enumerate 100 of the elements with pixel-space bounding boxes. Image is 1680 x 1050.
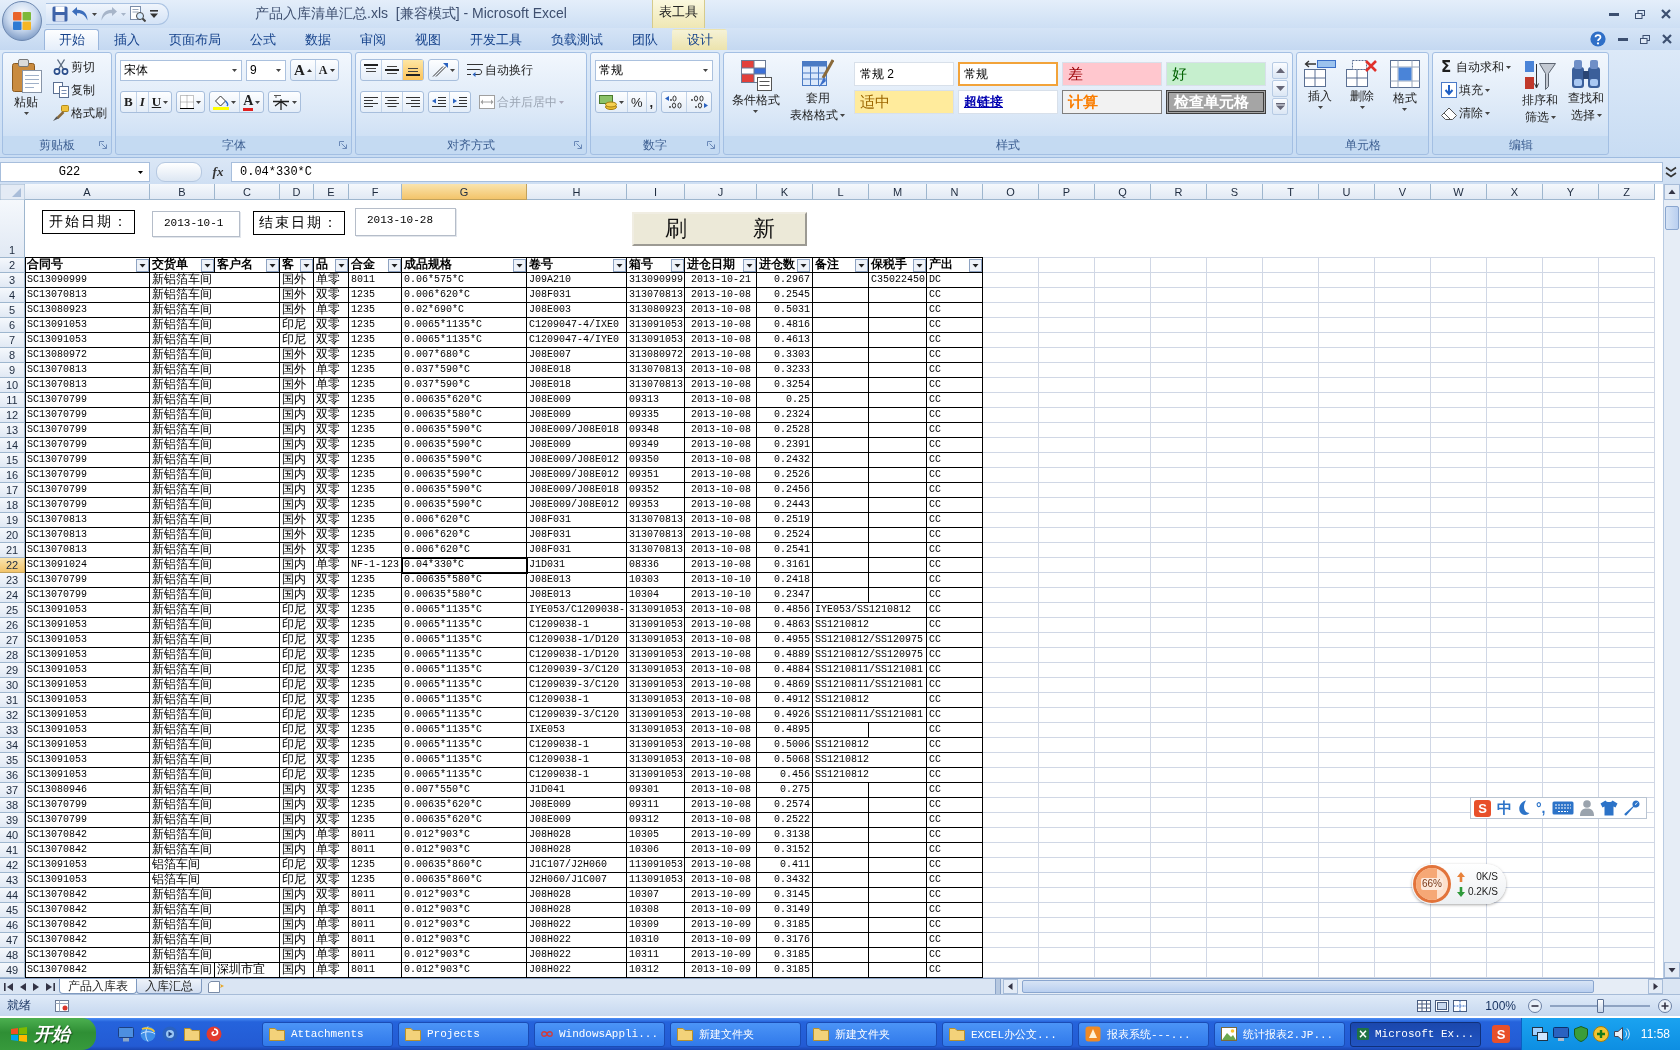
cell-style-option[interactable]: 常规 — [958, 62, 1058, 86]
column-header[interactable]: W — [1431, 184, 1487, 200]
row-header[interactable]: 49 — [0, 963, 25, 978]
refresh-button[interactable]: 刷 新 — [632, 212, 807, 246]
row-header[interactable]: 22 — [0, 558, 25, 573]
keyboard-icon[interactable] — [1551, 801, 1574, 815]
shrink-font-button[interactable]: A — [315, 60, 338, 80]
cut-button[interactable]: 剪切 — [49, 56, 111, 78]
gallery-more-button[interactable] — [1272, 98, 1288, 115]
scroll-thumb[interactable] — [1022, 980, 1594, 993]
row-header[interactable]: 47 — [0, 933, 25, 948]
row-header[interactable]: 15 — [0, 453, 25, 468]
grow-font-button[interactable]: A — [291, 60, 316, 80]
column-header[interactable]: E — [314, 184, 349, 200]
row-header[interactable]: 44 — [0, 888, 25, 903]
close-button[interactable] — [1662, 34, 1672, 44]
filter-dropdown-button[interactable] — [300, 259, 313, 272]
page-break-view-icon[interactable] — [1453, 999, 1468, 1012]
undo-icon[interactable] — [72, 7, 88, 21]
taskbar-button[interactable]: Projects — [398, 1021, 529, 1047]
delete-cells-button[interactable]: 删除 — [1343, 56, 1382, 136]
filter-dropdown-button[interactable] — [743, 259, 756, 272]
column-header[interactable]: B — [150, 184, 215, 200]
column-header[interactable]: U — [1319, 184, 1375, 200]
column-header[interactable]: V — [1375, 184, 1431, 200]
row-header[interactable]: 39 — [0, 813, 25, 828]
row-header[interactable]: 5 — [0, 303, 25, 318]
customize-toolbar-icon[interactable] — [150, 10, 158, 18]
row-header[interactable]: 34 — [0, 738, 25, 753]
insert-cells-button[interactable]: 插入 — [1301, 56, 1340, 136]
column-header[interactable]: Q — [1095, 184, 1151, 200]
input-method-logo[interactable]: S — [1474, 799, 1491, 817]
end-date-field[interactable]: 2013-10-28 — [355, 208, 456, 236]
column-header[interactable]: P — [1039, 184, 1095, 200]
row-header[interactable]: 31 — [0, 693, 25, 708]
row-header[interactable]: 12 — [0, 408, 25, 423]
gallery-scroll-up-button[interactable] — [1272, 62, 1288, 79]
scroll-right-button[interactable] — [1648, 979, 1663, 994]
ribbon-tab[interactable]: 公式 — [235, 29, 290, 50]
ribbon-tab[interactable]: 开发工具 — [455, 29, 536, 50]
first-sheet-icon[interactable] — [4, 982, 13, 991]
row-header[interactable]: 11 — [0, 393, 25, 408]
close-button[interactable] — [1661, 9, 1671, 19]
ribbon-tab[interactable]: 插入 — [99, 29, 154, 50]
zoom-out-button[interactable] — [1528, 998, 1542, 1013]
copy-button[interactable]: 复制 — [49, 79, 111, 101]
horizontal-scrollbar[interactable] — [1003, 979, 1663, 994]
row-header[interactable]: 16 — [0, 468, 25, 483]
zoom-slider-thumb[interactable] — [1597, 998, 1604, 1013]
scroll-thumb[interactable] — [1665, 206, 1679, 230]
column-header[interactable]: M — [869, 184, 927, 200]
row-header[interactable]: 32 — [0, 708, 25, 723]
font-name-field[interactable]: 宋体 — [120, 59, 242, 81]
underline-button[interactable]: U — [148, 92, 172, 112]
scroll-up-button[interactable] — [1664, 184, 1680, 200]
minimize-button[interactable] — [1609, 12, 1619, 16]
row-header[interactable]: 6 — [0, 318, 25, 333]
filter-dropdown-button[interactable] — [335, 259, 348, 272]
align-left-button[interactable] — [361, 92, 382, 112]
shirt-icon[interactable] — [1599, 800, 1618, 816]
sort-filter-button[interactable]: 排序和 筛选 — [1519, 56, 1562, 136]
split-handle[interactable] — [995, 979, 1001, 994]
align-top-button[interactable] — [361, 60, 382, 80]
filter-dropdown-button[interactable] — [613, 259, 626, 272]
autosum-button[interactable]: Σ 自动求和 — [1437, 56, 1516, 78]
help-icon[interactable] — [1590, 31, 1606, 47]
filter-dropdown-button[interactable] — [513, 259, 526, 272]
column-header[interactable]: K — [757, 184, 813, 200]
cell-style-option[interactable]: 差 — [1062, 62, 1162, 86]
row-header[interactable]: 17 — [0, 483, 25, 498]
row-header[interactable]: 48 — [0, 948, 25, 963]
decrease-indent-button[interactable] — [429, 92, 450, 112]
filter-dropdown-button[interactable] — [388, 259, 401, 272]
column-header[interactable]: C — [215, 184, 280, 200]
format-as-table-button[interactable]: 套用 表格格式 — [787, 56, 848, 136]
scroll-left-button[interactable] — [1003, 979, 1018, 994]
row-header[interactable]: 7 — [0, 333, 25, 348]
borders-button[interactable] — [176, 91, 206, 113]
column-header[interactable]: J — [685, 184, 757, 200]
input-method-logo[interactable]: S — [1492, 1025, 1510, 1043]
row-header[interactable]: 45 — [0, 903, 25, 918]
row-header[interactable]: 1 — [0, 200, 25, 258]
row-header[interactable]: 2 — [0, 258, 25, 273]
column-header[interactable]: T — [1263, 184, 1319, 200]
column-header[interactable]: I — [627, 184, 685, 200]
formula-field[interactable]: 0.04*330*C — [231, 162, 1663, 182]
font-size-field[interactable]: 9 — [246, 59, 286, 81]
insert-sheet-icon[interactable] — [208, 980, 224, 993]
last-sheet-icon[interactable] — [46, 982, 55, 991]
taskbar-button[interactable]: 新建文件夹 — [806, 1021, 937, 1047]
start-date-field[interactable]: 2013-10-1 — [152, 211, 240, 237]
row-header[interactable]: 4 — [0, 288, 25, 303]
taskbar-button[interactable]: WindowsAppli... — [534, 1021, 665, 1047]
filter-dropdown-button[interactable] — [136, 259, 149, 272]
fill-color-button[interactable] — [210, 92, 241, 112]
page-layout-view-icon[interactable] — [1435, 999, 1450, 1012]
orientation-button[interactable] — [428, 59, 459, 81]
row-header[interactable]: 38 — [0, 798, 25, 813]
number-format-field[interactable]: 常规 — [595, 59, 713, 81]
globe-icon[interactable] — [140, 1026, 156, 1042]
